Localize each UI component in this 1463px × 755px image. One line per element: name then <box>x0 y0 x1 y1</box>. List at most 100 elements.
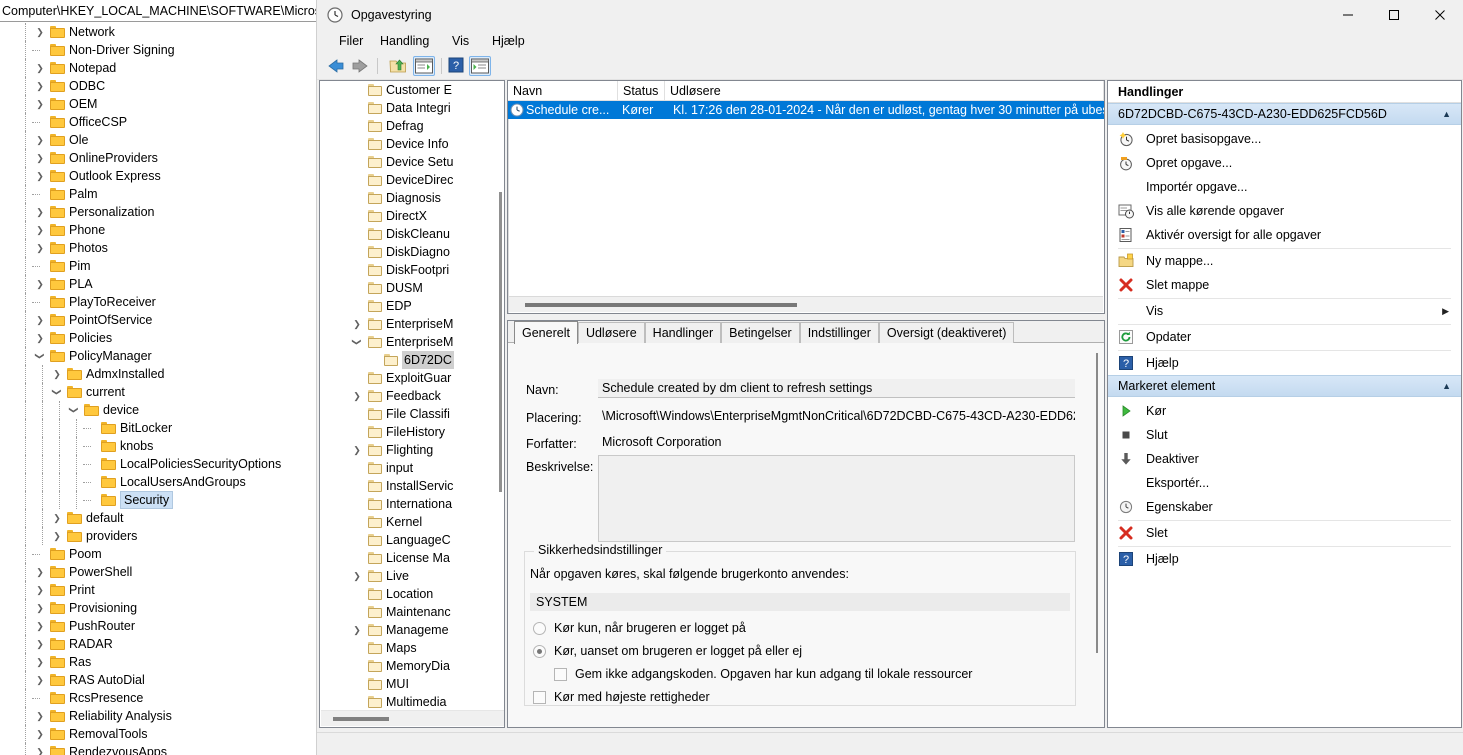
actions-menu-item[interactable]: Kør <box>1108 399 1461 423</box>
chevron-right-icon[interactable]: ❯ <box>33 239 47 257</box>
table-row[interactable]: Schedule cre... Kører Kl. 17:26 den 28-01-… <box>508 101 1104 119</box>
registry-tree-item[interactable]: Palm <box>0 185 316 203</box>
task-list-column-header[interactable]: Udløsere <box>665 81 1104 101</box>
console-tree-item[interactable]: Internationa <box>320 495 504 513</box>
console-tree-item[interactable]: DirectX <box>320 207 504 225</box>
console-tree-item[interactable]: DiskFootpri <box>320 261 504 279</box>
console-tree-item[interactable]: Maps <box>320 639 504 657</box>
chevron-right-icon[interactable]: ❯ <box>350 441 364 459</box>
chevron-right-icon[interactable]: ❯ <box>33 599 47 617</box>
registry-tree-item[interactable]: Security <box>0 491 316 509</box>
registry-tree-item[interactable]: ❯ Print <box>0 581 316 599</box>
registry-tree-item[interactable]: ❯ PLA <box>0 275 316 293</box>
console-tree-horizontal-scrollbar[interactable] <box>321 710 504 726</box>
registry-tree-item[interactable]: Poom <box>0 545 316 563</box>
registry-tree-item[interactable]: ❯ OnlineProviders <box>0 149 316 167</box>
registry-tree-item[interactable]: ❯ device <box>0 401 316 419</box>
registry-tree-item[interactable]: ❯ RendezvousApps <box>0 743 316 755</box>
maximize-button[interactable] <box>1371 0 1417 30</box>
console-tree-item[interactable]: DiskDiagno <box>320 243 504 261</box>
registry-tree-item[interactable]: ❯ Ole <box>0 131 316 149</box>
menu-item-hjaelp[interactable]: Hjælp <box>484 30 533 52</box>
actions-menu-item[interactable]: ? Hjælp <box>1108 351 1461 375</box>
registry-tree-item[interactable]: ❯ Outlook Express <box>0 167 316 185</box>
registry-tree-item[interactable]: LocalPoliciesSecurityOptions <box>0 455 316 473</box>
console-tree-item[interactable]: Location <box>320 585 504 603</box>
account-value[interactable]: SYSTEM <box>530 593 1070 611</box>
tab-oversigt-deaktiveret[interactable]: Oversigt (deaktiveret) <box>878 322 1015 343</box>
chevron-right-icon[interactable]: ❯ <box>50 365 64 383</box>
actions-menu-item[interactable]: Vis ▶ <box>1108 299 1461 323</box>
menu-item-handling[interactable]: Handling <box>372 30 437 52</box>
console-tree-item[interactable]: DUSM <box>320 279 504 297</box>
chevron-down-icon[interactable]: ❯ <box>31 349 49 363</box>
chevron-down-icon[interactable]: ❯ <box>348 335 366 349</box>
chevron-right-icon[interactable]: ❯ <box>33 653 47 671</box>
chevron-down-icon[interactable]: ❯ <box>65 403 83 417</box>
registry-tree-item[interactable]: ❯ Notepad <box>0 59 316 77</box>
console-tree-item[interactable]: ❯ EnterpriseM <box>320 333 504 351</box>
registry-tree-item[interactable]: knobs <box>0 437 316 455</box>
show-action-pane-icon[interactable] <box>469 56 491 76</box>
console-tree-item[interactable]: Diagnosis <box>320 189 504 207</box>
chevron-right-icon[interactable]: ❯ <box>33 563 47 581</box>
registry-tree-item[interactable]: ❯ Phone <box>0 221 316 239</box>
console-tree-item[interactable]: License Ma <box>320 549 504 567</box>
chevron-right-icon[interactable]: ❯ <box>33 203 47 221</box>
chevron-right-icon[interactable]: ❯ <box>50 509 64 527</box>
chevron-right-icon[interactable]: ❯ <box>33 743 47 755</box>
actions-menu-item[interactable]: Opret basisopgave... <box>1108 127 1461 151</box>
task-list[interactable]: Navn Status Udløsere Schedule cre... Kører K… <box>507 80 1105 314</box>
registry-tree-item[interactable]: Non-Driver Signing <box>0 41 316 59</box>
actions-menu-item[interactable]: Slet mappe <box>1108 273 1461 297</box>
chevron-right-icon[interactable]: ❯ <box>33 617 47 635</box>
actions-menu-item[interactable]: Ny mappe... <box>1108 249 1461 273</box>
chevron-right-icon[interactable]: ❯ <box>33 707 47 725</box>
chevron-up-icon[interactable]: ▲ <box>1442 104 1451 126</box>
registry-tree-item[interactable]: ❯ Policies <box>0 329 316 347</box>
console-tree-item[interactable]: Multimedia <box>320 693 504 711</box>
registry-tree-item[interactable]: ❯ Ras <box>0 653 316 671</box>
registry-address-bar[interactable]: Computer\HKEY_LOCAL_MACHINE\SOFTWARE\Mic… <box>0 0 316 22</box>
radio-run-regardless[interactable] <box>533 645 546 658</box>
console-tree-item[interactable]: FileHistory <box>320 423 504 441</box>
registry-tree-item[interactable]: ❯ Reliability Analysis <box>0 707 316 725</box>
chevron-right-icon[interactable]: ❯ <box>350 387 364 405</box>
registry-tree-item[interactable]: ❯ providers <box>0 527 316 545</box>
console-tree-item[interactable]: ❯ Live <box>320 567 504 585</box>
registry-tree-item[interactable]: ❯ current <box>0 383 316 401</box>
details-vertical-scrollbar[interactable] <box>1092 345 1102 703</box>
registry-tree-item[interactable]: Pim <box>0 257 316 275</box>
tab-generelt[interactable]: Generelt <box>514 321 578 344</box>
chevron-right-icon[interactable]: ❯ <box>33 95 47 113</box>
registry-tree-item[interactable]: ❯ default <box>0 509 316 527</box>
registry-tree-item[interactable]: ❯ PolicyManager <box>0 347 316 365</box>
actions-menu-item[interactable]: Importér opgave... <box>1108 175 1461 199</box>
chevron-right-icon[interactable]: ❯ <box>33 275 47 293</box>
console-tree-item[interactable]: ExploitGuar <box>320 369 504 387</box>
chevron-right-icon[interactable]: ❯ <box>33 149 47 167</box>
registry-tree-item[interactable]: ❯ RemovalTools <box>0 725 316 743</box>
chevron-right-icon[interactable]: ❯ <box>350 567 364 585</box>
registry-tree[interactable]: ❯ Network Non-Driver Signing ❯ Notepad ❯ ODBC ❯… <box>0 23 316 755</box>
minimize-button[interactable] <box>1325 0 1371 30</box>
console-tree-item[interactable]: Kernel <box>320 513 504 531</box>
chevron-right-icon[interactable]: ❯ <box>33 131 47 149</box>
registry-tree-item[interactable]: ❯ ODBC <box>0 77 316 95</box>
registry-tree-item[interactable]: ❯ Photos <box>0 239 316 257</box>
console-tree-item[interactable]: ❯ Feedback <box>320 387 504 405</box>
chevron-down-icon[interactable]: ❯ <box>48 385 66 399</box>
console-tree-item[interactable]: 6D72DC <box>320 351 504 369</box>
console-tree-item[interactable]: MUI <box>320 675 504 693</box>
chevron-right-icon[interactable]: ❯ <box>33 671 47 689</box>
console-tree-item[interactable]: Maintenanc <box>320 603 504 621</box>
chevron-right-icon[interactable]: ❯ <box>33 59 47 77</box>
chevron-right-icon[interactable]: ❯ <box>33 725 47 743</box>
console-tree-item[interactable]: MemoryDia <box>320 657 504 675</box>
registry-tree-item[interactable]: RcsPresence <box>0 689 316 707</box>
actions-menu-item[interactable]: Eksportér... <box>1108 471 1461 495</box>
actions-menu-item[interactable]: Deaktiver <box>1108 447 1461 471</box>
actions-menu-item[interactable]: ? Hjælp <box>1108 547 1461 571</box>
console-tree-item[interactable]: DeviceDirec <box>320 171 504 189</box>
task-list-rows[interactable]: Schedule cre... Kører Kl. 17:26 den 28-01-… <box>508 101 1104 119</box>
